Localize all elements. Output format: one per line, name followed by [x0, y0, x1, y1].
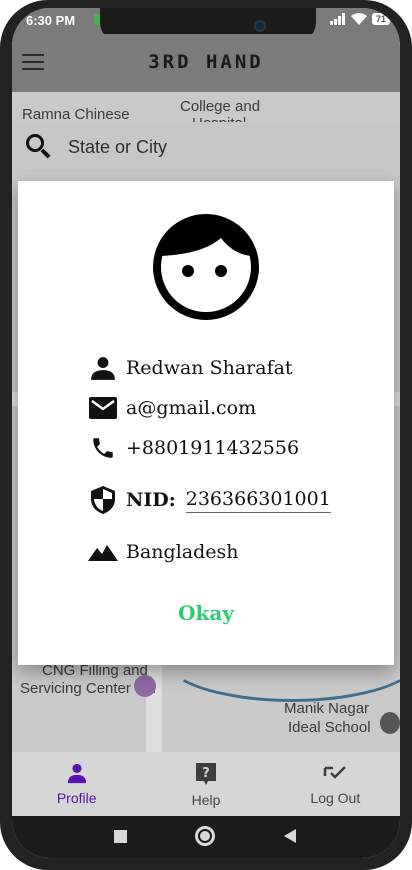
email-row: a@gmail.com [88, 393, 256, 423]
battery-level: 71 [371, 13, 390, 25]
email-icon [89, 397, 117, 419]
nav-label: Profile [56, 790, 97, 806]
country-row: Bangladesh [88, 537, 239, 567]
user-country: Bangladesh [126, 541, 239, 563]
fuel-station-marker-icon[interactable] [134, 675, 156, 697]
nid-value: 236366301001 [185, 488, 331, 513]
map-road [146, 652, 162, 752]
svg-text:?: ? [202, 766, 210, 781]
nav-item-help[interactable]: ? Help [141, 752, 270, 816]
school-marker-icon[interactable] [380, 712, 400, 734]
user-email: a@gmail.com [126, 397, 257, 419]
search-input[interactable] [68, 136, 348, 158]
profile-dialog: Redwan Sharafat a@gmail.com +88019114325… [18, 181, 394, 665]
nid-label: NID: [126, 489, 176, 511]
bottom-navigation: Profile ? Help Log Out [12, 752, 400, 816]
mountain-icon [88, 545, 118, 561]
nav-item-profile[interactable]: Profile [12, 752, 141, 816]
app-title: 3RD HAND [148, 51, 264, 73]
person-icon [67, 763, 86, 784]
status-time: 6:30 PM [26, 13, 76, 28]
system-navigation-bar [12, 816, 400, 858]
person-icon [91, 357, 115, 380]
shield-icon [91, 486, 115, 514]
phone-icon [93, 438, 113, 458]
help-icon: ? [195, 763, 216, 785]
nid-row: NID: 236366301001 [88, 485, 331, 515]
phone-frame: Ramna Chinese College and Hospital CNG F… [0, 0, 412, 870]
search-bar [12, 122, 400, 172]
user-name: Redwan Sharafat [126, 357, 293, 379]
face-avatar-icon [153, 214, 259, 320]
nav-label: Help [191, 792, 221, 808]
nav-item-logout[interactable]: Log Out [271, 752, 400, 816]
nav-label: Log Out [310, 790, 361, 806]
front-camera [254, 20, 266, 32]
map-label: College and [180, 98, 261, 115]
phone-row: +8801911432556 [88, 433, 299, 463]
back-icon[interactable] [284, 829, 296, 843]
name-row: Redwan Sharafat [88, 353, 293, 383]
signal-icon [329, 13, 345, 25]
screen: Ramna Chinese College and Hospital CNG F… [12, 8, 400, 858]
map-label: Ideal School [288, 719, 371, 736]
map-label: Manik Nagar [284, 700, 370, 717]
status-icons: 71 [329, 13, 390, 25]
app-bar: 3RD HAND [12, 34, 400, 92]
user-phone: +8801911432556 [126, 437, 300, 459]
logout-check-icon [324, 766, 347, 779]
home-icon[interactable] [195, 826, 215, 846]
wifi-icon [350, 13, 367, 25]
okay-button[interactable]: Okay [18, 601, 394, 625]
recent-apps-icon[interactable] [114, 830, 127, 843]
search-icon[interactable] [26, 134, 52, 160]
